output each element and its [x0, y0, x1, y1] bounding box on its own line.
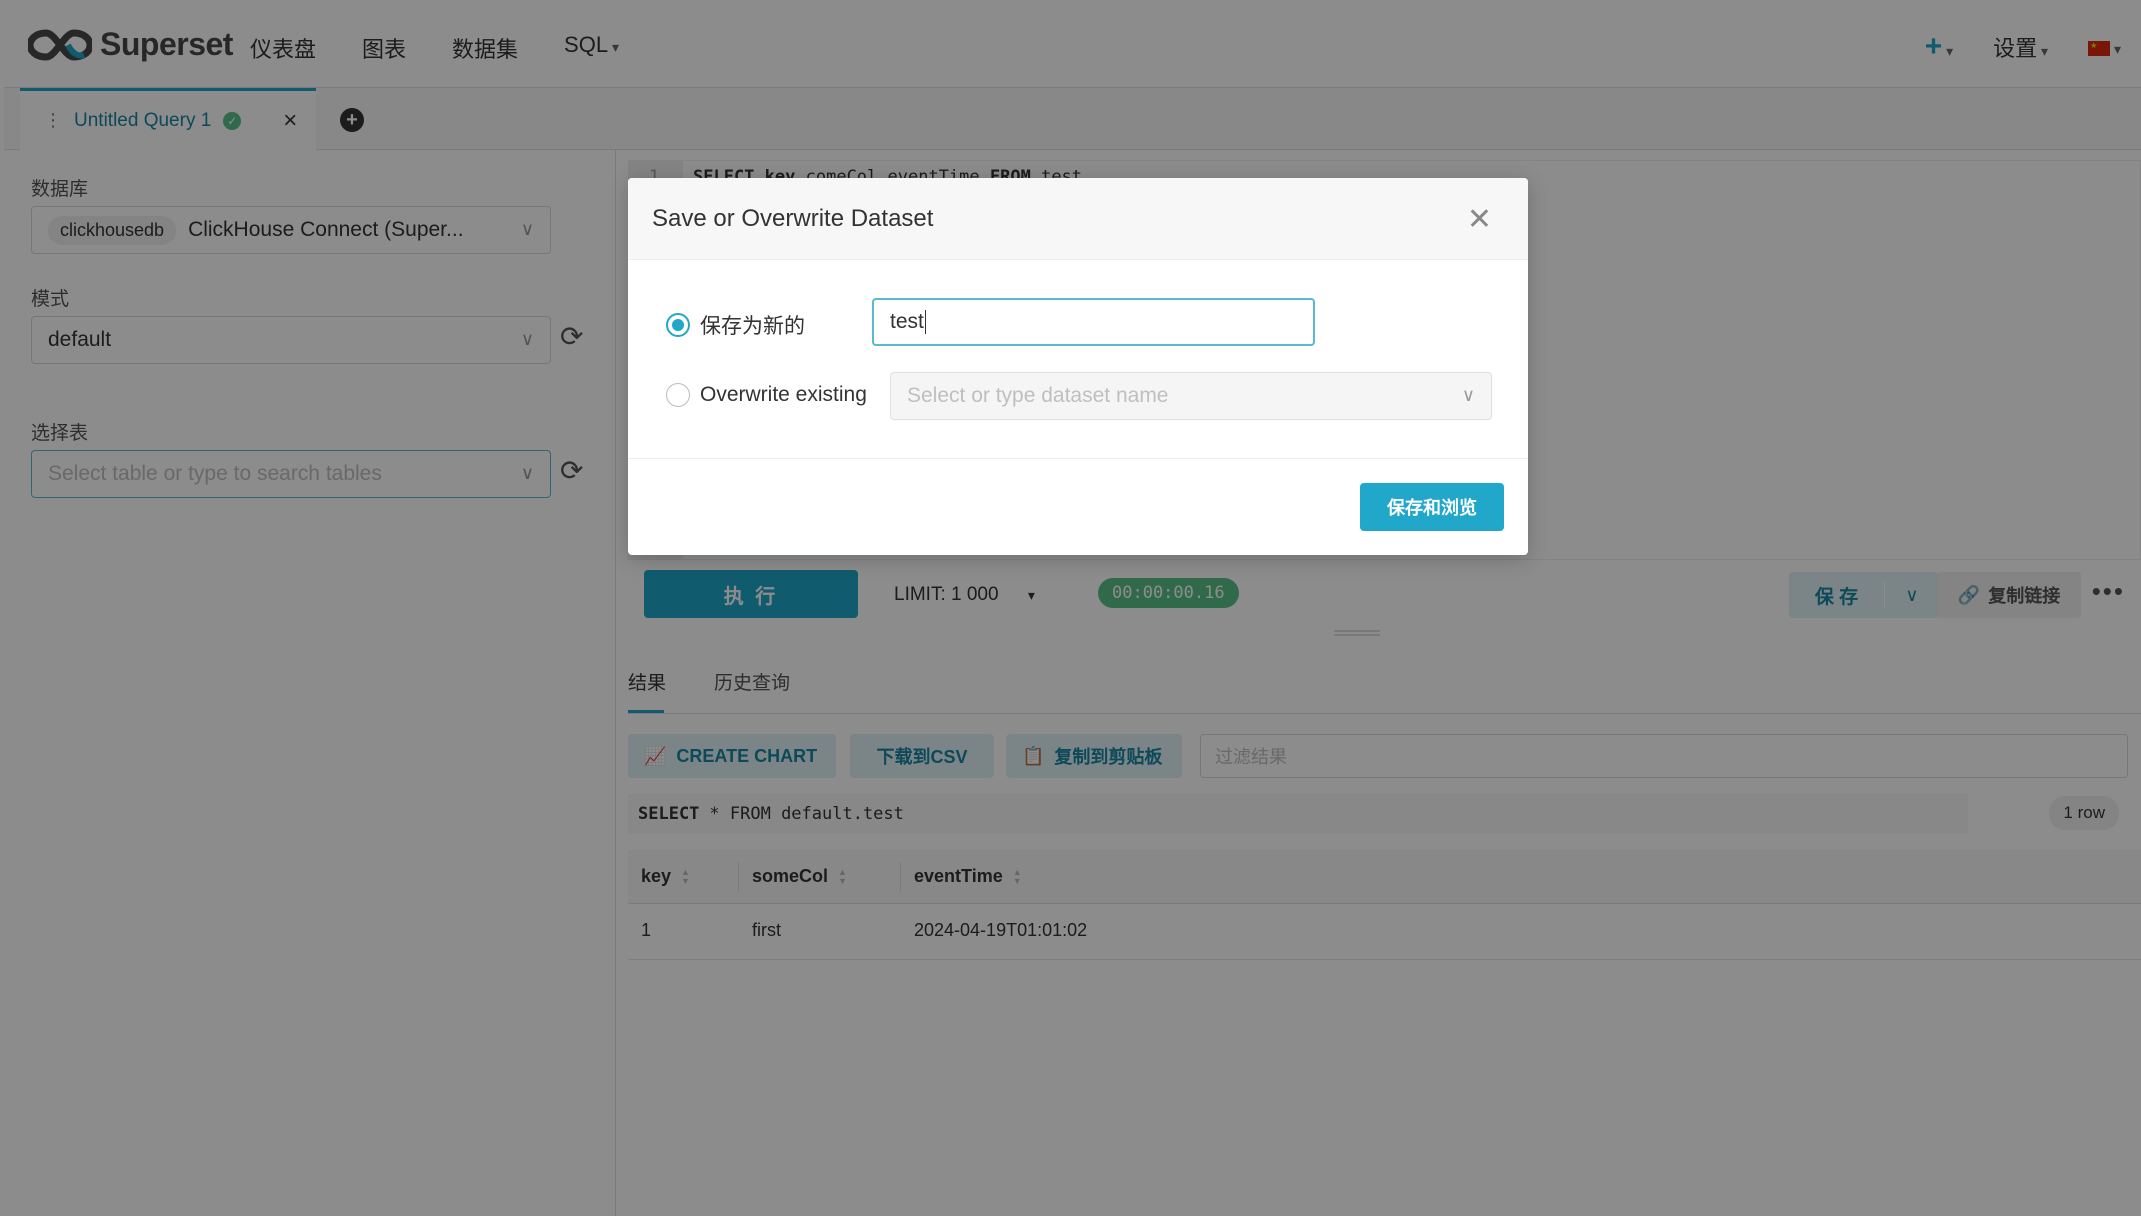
save-new-radio[interactable] — [666, 313, 690, 337]
overwrite-placeholder: Select or type dataset name — [907, 384, 1169, 407]
save-and-browse-button[interactable]: 保存和浏览 — [1360, 483, 1504, 531]
overwrite-radio[interactable] — [666, 383, 690, 407]
modal-title: Save or Overwrite Dataset — [652, 205, 934, 232]
save-new-label: 保存为新的 — [700, 315, 805, 338]
overwrite-option[interactable]: Overwrite existing — [666, 383, 867, 407]
chevron-down-icon: ∨ — [1461, 385, 1475, 405]
modal-footer: 保存和浏览 — [628, 458, 1528, 555]
save-dataset-modal: Save or Overwrite Dataset ✕ 保存为新的 test O… — [628, 178, 1528, 555]
modal-header: Save or Overwrite Dataset ✕ — [628, 178, 1528, 260]
dataset-name-value: test — [890, 310, 924, 333]
overwrite-dataset-select[interactable]: Select or type dataset name ∨ — [890, 372, 1492, 420]
text-cursor — [924, 310, 926, 334]
save-new-option[interactable]: 保存为新的 — [666, 310, 805, 340]
dataset-name-input[interactable]: test — [872, 298, 1315, 346]
overwrite-label: Overwrite existing — [700, 383, 867, 406]
close-icon[interactable]: ✕ — [1467, 202, 1492, 237]
